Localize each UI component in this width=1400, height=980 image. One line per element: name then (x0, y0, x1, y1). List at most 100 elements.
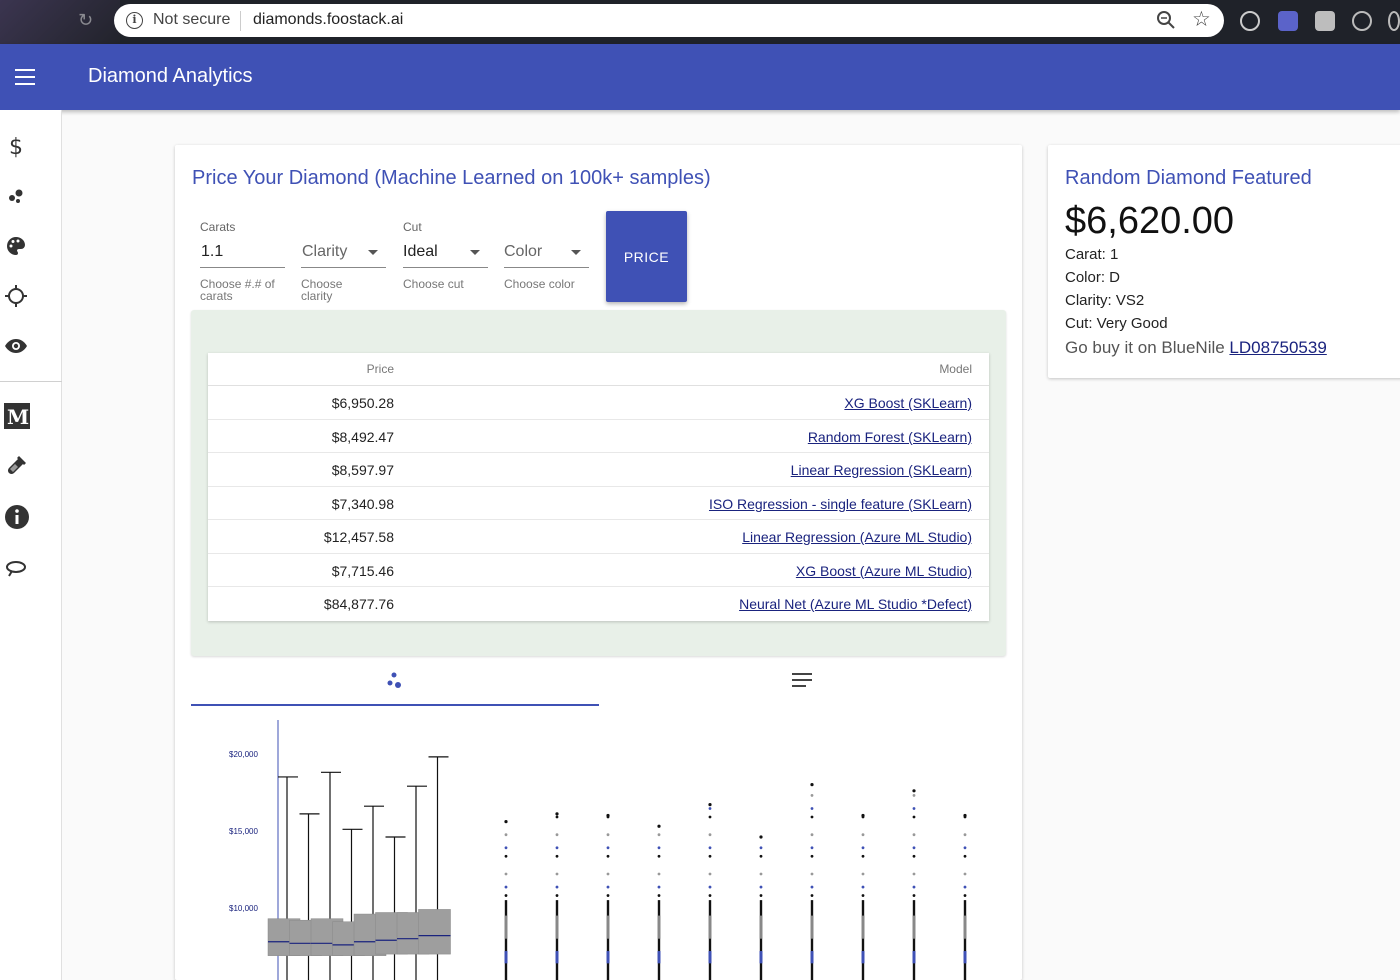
loop-icon[interactable] (4, 556, 28, 580)
react-extension-icon[interactable] (1352, 11, 1372, 31)
row-model-link[interactable]: Linear Regression (Azure ML Studio) (742, 529, 972, 545)
strip-point (555, 815, 559, 819)
strip-point (912, 872, 916, 876)
strip-point (504, 833, 508, 837)
results-panel: Price Model $6,950.28 XG Boost (SKLearn)… (191, 310, 1006, 656)
strip-point-max (912, 789, 916, 793)
svg-text:$: $ (9, 135, 23, 158)
bubbles-icon[interactable] (4, 184, 28, 208)
row-model-link[interactable]: XG Boost (SKLearn) (844, 395, 972, 411)
price-button[interactable]: PRICE (606, 211, 687, 302)
cut-chevron-down-icon[interactable] (470, 250, 480, 255)
color-chevron-down-icon[interactable] (571, 250, 581, 255)
strip-point (555, 846, 559, 850)
eye-icon[interactable] (4, 334, 28, 358)
crosshair-icon[interactable] (4, 284, 28, 308)
row-model-link[interactable]: Linear Regression (SKLearn) (791, 462, 972, 478)
cut-select[interactable]: Ideal (403, 243, 438, 261)
medium-icon[interactable]: M (4, 403, 30, 429)
strip-point (606, 894, 610, 897)
info-icon[interactable]: i (126, 12, 143, 29)
strip-point (912, 885, 916, 889)
row-price: $6,950.28 (331, 395, 394, 411)
left-nav: $ M (0, 110, 62, 980)
strip-point (657, 894, 661, 897)
dollar-icon[interactable]: $ (4, 134, 28, 158)
strip-point (657, 846, 661, 850)
message-extension-icon[interactable] (1315, 11, 1335, 31)
bluenile-link[interactable]: LD08750539 (1229, 338, 1326, 357)
strip-point (912, 854, 916, 858)
strip-point (912, 894, 916, 897)
url-text[interactable]: diamonds.foostack.ai (253, 11, 403, 29)
strip-point (963, 833, 967, 837)
strip-point-max (504, 820, 508, 824)
menu-icon[interactable] (15, 69, 35, 85)
y-tick-label: $10,000 (229, 904, 258, 913)
strip-point-max (708, 803, 712, 807)
strip-point (708, 872, 712, 876)
bookmark-star-icon[interactable]: ☆ (1192, 7, 1211, 31)
url-separator (240, 11, 241, 31)
strip-point-max (759, 835, 763, 839)
bubble-chart-tab-icon[interactable] (385, 670, 405, 690)
strip-point (861, 894, 865, 897)
carats-input[interactable]: 1.1 (201, 243, 223, 261)
price-your-diamond-card: Price Your Diamond (Machine Learned on 1… (175, 145, 1022, 980)
reload-icon[interactable]: ↻ (78, 10, 100, 32)
y-tick-label: $15,000 (229, 827, 258, 836)
featured-clarity: Clarity: VS2 (1065, 292, 1145, 309)
chat-extension-icon[interactable] (1240, 11, 1260, 31)
color-select[interactable]: Color (504, 243, 542, 261)
strip-point (555, 885, 559, 889)
clarity-underline (301, 267, 386, 268)
strip-point (759, 846, 763, 850)
table-header: Price Model (208, 353, 989, 386)
pricer-title: Price Your Diamond (Machine Learned on 1… (192, 167, 711, 189)
palette-icon[interactable] (4, 234, 28, 258)
strip-point (861, 846, 865, 850)
row-price: $8,597.97 (331, 462, 394, 478)
onenote-extension-icon[interactable] (1278, 11, 1298, 31)
strip-point (657, 885, 661, 889)
strip-point (504, 846, 508, 850)
cut-help: Choose cut (403, 277, 464, 291)
strip-point (606, 872, 610, 876)
strip-point (810, 794, 814, 797)
strip-point (657, 854, 661, 858)
strip-point (759, 872, 763, 876)
table-row: $7,340.98 ISO Regression - single featur… (208, 487, 989, 520)
info-circle-icon[interactable] (4, 504, 30, 530)
zoom-icon[interactable] (1156, 10, 1176, 30)
clarity-select[interactable]: Clarity (302, 243, 347, 261)
window-decoration (0, 0, 120, 44)
profile-icon[interactable] (1388, 11, 1400, 31)
clarity-chevron-down-icon[interactable] (368, 250, 378, 255)
buy-line: Go buy it on BlueNile LD08750539 (1065, 338, 1327, 358)
app-bar: Diamond Analytics (0, 44, 1400, 110)
strip-point (912, 833, 916, 837)
clarity-help: Choose clarity (301, 277, 343, 303)
strip-point (504, 872, 508, 876)
cut-label: Cut (403, 220, 422, 234)
strip-point (810, 833, 814, 837)
strip-point (810, 815, 814, 819)
strip-point-max (963, 813, 967, 818)
strip-point (912, 807, 916, 810)
list-tab-icon[interactable] (791, 672, 813, 688)
strip-point-max (810, 783, 814, 787)
strip-point (810, 885, 814, 889)
table-row: $7,715.46 XG Boost (Azure ML Studio) (208, 554, 989, 587)
nav-divider (0, 381, 62, 382)
test-tube-icon[interactable] (4, 454, 28, 478)
address-bar[interactable]: i Not secure diamonds.foostack.ai ☆ (114, 4, 1224, 37)
strip-point (861, 833, 865, 837)
strip-point (759, 854, 763, 858)
row-model-link[interactable]: XG Boost (Azure ML Studio) (796, 563, 972, 579)
row-model-link[interactable]: Random Forest (SKLearn) (808, 429, 972, 445)
row-model-link[interactable]: ISO Regression - single feature (SKLearn… (709, 496, 972, 512)
strip-point (606, 854, 610, 858)
row-model-link[interactable]: Neural Net (Azure ML Studio *Defect) (739, 596, 972, 612)
svg-text:M: M (7, 405, 29, 429)
strip-point-max (555, 812, 559, 816)
